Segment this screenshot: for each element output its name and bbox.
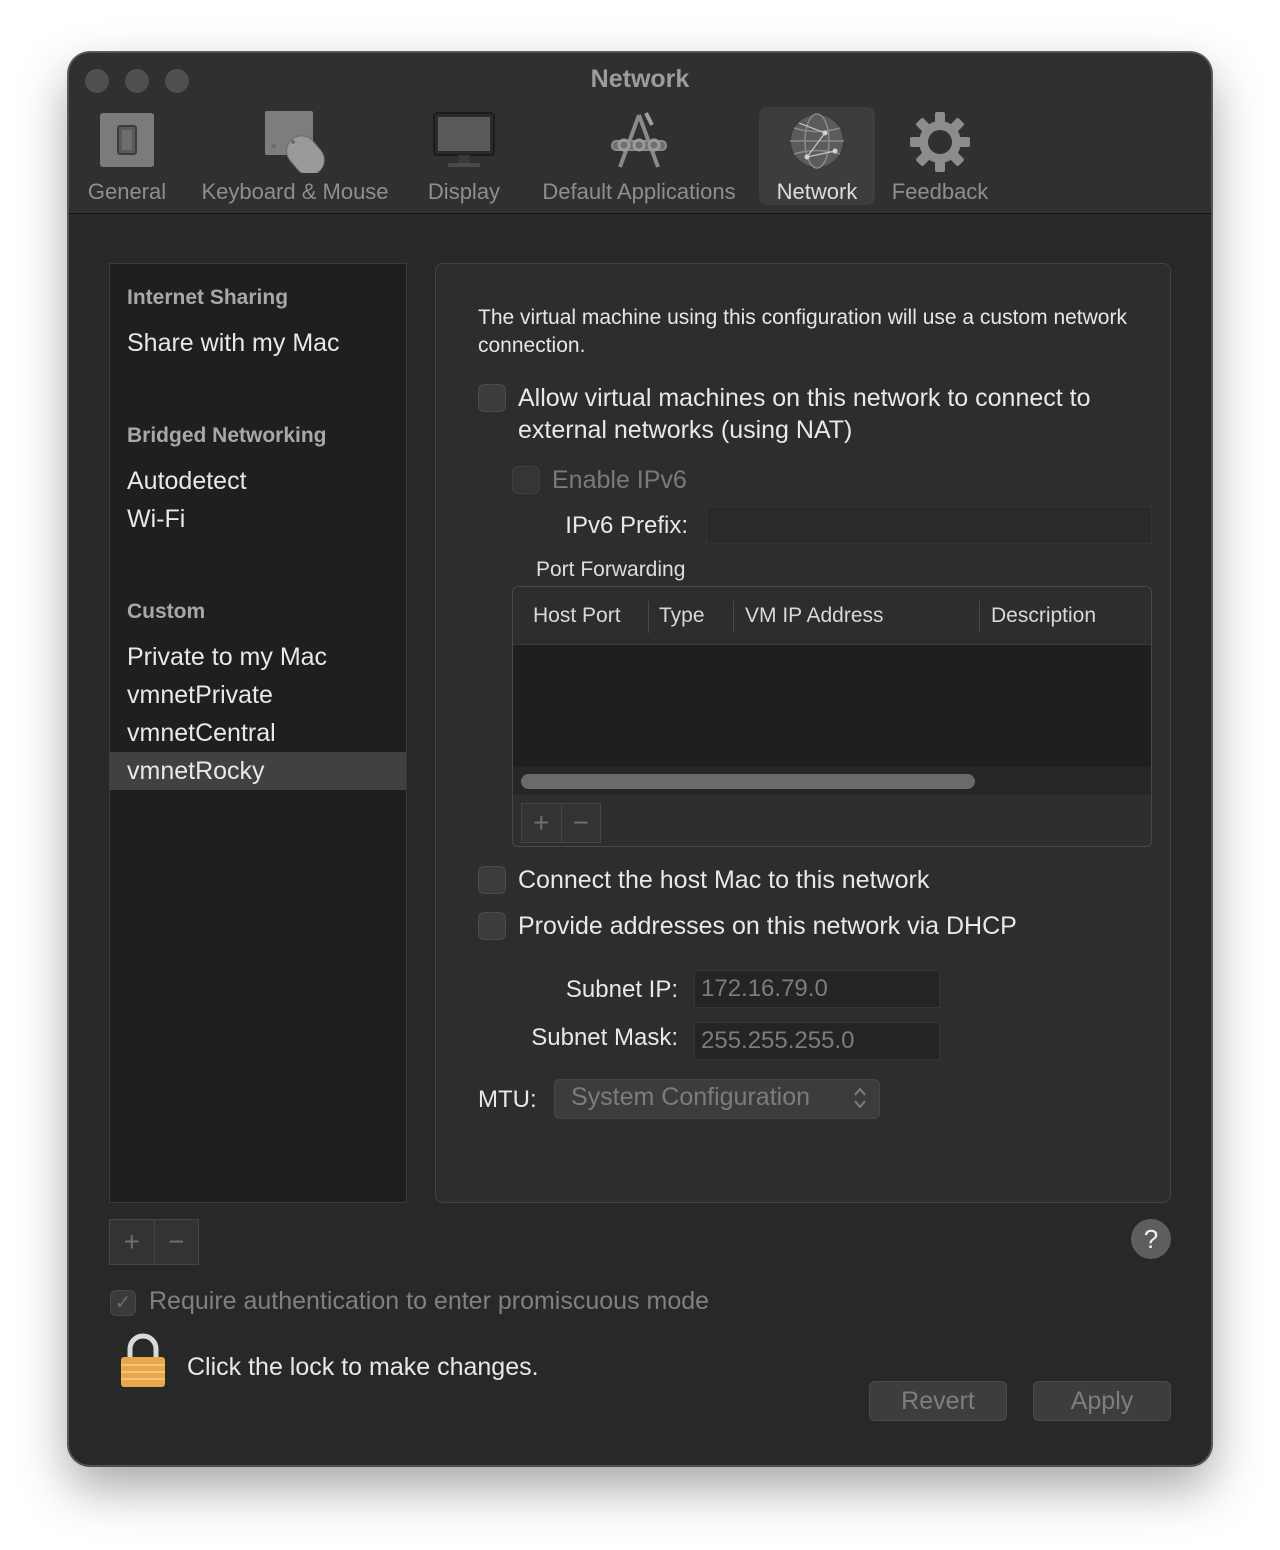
toolbar-general[interactable]: General: [81, 107, 173, 205]
revert-button[interactable]: Revert: [869, 1381, 1007, 1421]
default-applications-icon: [606, 111, 672, 178]
sidebar-item-vmnetprivate[interactable]: vmnetPrivate: [110, 676, 406, 714]
help-button[interactable]: ?: [1131, 1219, 1171, 1259]
column-host-port[interactable]: Host Port: [533, 604, 621, 628]
toolbar-label: Keyboard & Mouse: [201, 179, 389, 204]
keyboard-mouse-icon: ×: [263, 111, 327, 178]
subnet-mask-label: Subnet Mask:: [531, 1024, 678, 1051]
toolbar-display[interactable]: Display: [419, 107, 509, 205]
mtu-popup[interactable]: System Configuration: [554, 1079, 880, 1119]
toolbar-label: Network: [776, 179, 858, 204]
toolbar-default-applications[interactable]: Default Applications: [529, 107, 749, 205]
toolbar-network[interactable]: Network: [759, 107, 875, 205]
sidebar-item-vmnetcentral[interactable]: vmnetCentral: [110, 714, 406, 752]
display-icon: [432, 111, 496, 176]
window-title: Network: [590, 65, 690, 93]
sidebar-item-share-with-my-mac[interactable]: Share with my Mac: [110, 324, 406, 362]
column-divider[interactable]: [648, 601, 649, 633]
port-forwarding-add-remove: + −: [521, 803, 601, 843]
mtu-label: MTU:: [478, 1086, 537, 1113]
sidebar-item-wifi[interactable]: Wi-Fi: [110, 500, 406, 538]
toolbar-label: Display: [427, 179, 501, 204]
up-down-chevron-icon: [853, 1084, 867, 1115]
dhcp-label: Provide addresses on this network via DH…: [518, 912, 1017, 940]
column-divider[interactable]: [733, 601, 734, 633]
sidebar-item-vmnetrocky[interactable]: vmnetRocky: [110, 752, 406, 790]
remove-network-button[interactable]: −: [153, 1220, 199, 1264]
column-description[interactable]: Description: [991, 604, 1096, 628]
toolbar-label: General: [87, 179, 167, 204]
toolbar-label: Default Applications: [542, 179, 736, 204]
sidebar-header-custom: Custom: [127, 600, 206, 623]
mtu-value: System Configuration: [571, 1083, 811, 1111]
promiscuous-auth-label: Require authentication to enter promiscu…: [149, 1287, 710, 1315]
gear-icon: [909, 111, 971, 178]
scrollbar-thumb[interactable]: [521, 774, 975, 789]
apply-button[interactable]: Apply: [1033, 1381, 1171, 1421]
lock-icon[interactable]: [119, 1333, 167, 1394]
sidebar-item-autodetect[interactable]: Autodetect: [110, 462, 406, 500]
lock-message: Click the lock to make changes.: [187, 1353, 539, 1381]
horizontal-scrollbar[interactable]: [513, 767, 1151, 795]
network-description: The virtual machine using this configura…: [478, 306, 1127, 357]
promiscuous-auth-checkbox[interactable]: ✓: [110, 1290, 136, 1316]
checkmark-icon: ✓: [114, 1292, 132, 1314]
enable-ipv6-checkbox[interactable]: [512, 466, 540, 494]
subnet-mask-field[interactable]: 255.255.255.0: [694, 1022, 940, 1060]
enable-ipv6-label: Enable IPv6: [552, 466, 687, 494]
network-settings-panel: The virtual machine using this configura…: [435, 263, 1171, 1203]
add-port-forward-button[interactable]: +: [522, 804, 561, 842]
port-forwarding-rows[interactable]: [513, 645, 1151, 767]
add-network-button[interactable]: +: [110, 1220, 154, 1264]
ipv6-prefix-label: IPv6 Prefix:: [565, 512, 688, 539]
toolbar-label: Feedback: [891, 179, 989, 204]
sidebar-add-remove-buttons: + −: [109, 1219, 199, 1265]
column-divider[interactable]: [979, 601, 980, 633]
column-vm-ip-address[interactable]: VM IP Address: [745, 604, 884, 628]
nat-label: Allow virtual machines on this network t…: [518, 384, 1091, 444]
subnet-ip-label: Subnet IP:: [565, 976, 678, 1003]
port-forwarding-table: Host Port Type VM IP Address Description…: [512, 586, 1152, 847]
sidebar-item-private-to-my-mac[interactable]: Private to my Mac: [110, 638, 406, 676]
general-icon: [98, 111, 156, 174]
column-type[interactable]: Type: [659, 604, 705, 628]
toolbar-feedback[interactable]: Feedback: [885, 107, 995, 205]
sidebar-header-internet-sharing: Internet Sharing: [127, 286, 289, 309]
dhcp-checkbox[interactable]: [478, 912, 506, 940]
connect-host-checkbox[interactable]: [478, 866, 506, 894]
network-globe-icon: [787, 111, 847, 176]
svg-text:×: ×: [270, 142, 278, 152]
port-forwarding-title: Port Forwarding: [536, 558, 686, 581]
subnet-ip-field[interactable]: 172.16.79.0: [694, 970, 940, 1008]
title-bar: Network General × Keyboard & Mouse Displ…: [69, 53, 1211, 214]
ipv6-prefix-field[interactable]: [706, 506, 1152, 544]
network-list-sidebar: Internet Sharing Share with my Mac Bridg…: [109, 263, 407, 1203]
toolbar-keyboard-mouse[interactable]: × Keyboard & Mouse: [193, 107, 397, 205]
nat-checkbox[interactable]: [478, 384, 506, 412]
sidebar-header-bridged-networking: Bridged Networking: [127, 424, 327, 447]
connect-host-label: Connect the host Mac to this network: [518, 866, 930, 894]
port-forwarding-header: Host Port Type VM IP Address Description: [513, 587, 1151, 645]
remove-port-forward-button[interactable]: −: [560, 804, 601, 842]
preferences-window: Network General × Keyboard & Mouse Displ…: [68, 52, 1212, 1466]
